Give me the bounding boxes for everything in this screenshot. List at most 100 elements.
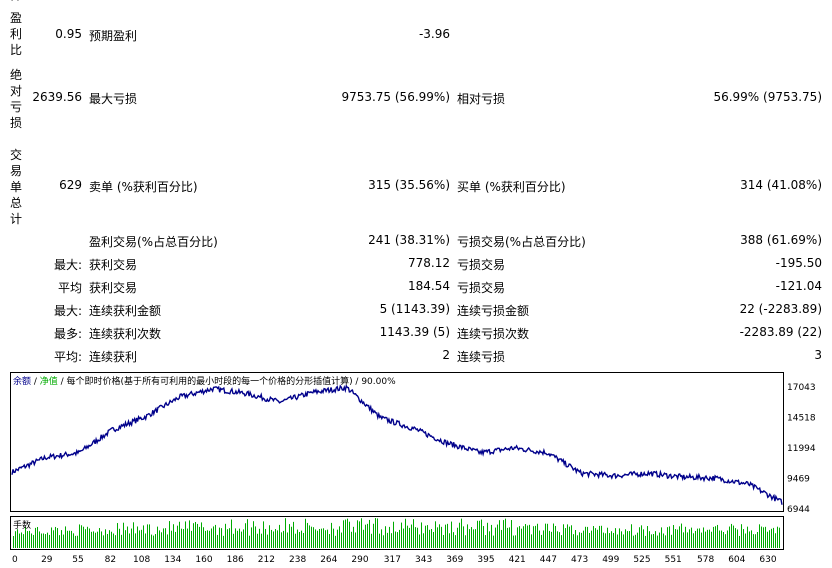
average-profit-trade-label: 获利交易 [89,281,138,295]
volume-bar [67,530,68,548]
volume-bar [615,528,616,548]
volume-bar [173,524,174,548]
volume-bar [361,518,362,548]
volume-bar [617,534,618,548]
maximum-prefix: 最大: [53,304,82,318]
volume-bar [623,534,624,548]
volume-bar [687,532,688,548]
volume-bar [533,526,534,548]
volume-bar [167,534,168,548]
volume-bar [289,524,290,548]
volume-bar [17,529,18,548]
volume-bar [761,526,762,548]
volume-bar [153,535,154,548]
volume-bar [553,523,554,548]
volume-bar [631,524,632,548]
volume-bar [159,530,160,548]
volume-bar [139,530,140,548]
volume-bar [223,535,224,548]
volume-bar [451,521,452,548]
volume-bar [773,527,774,548]
volume-bar [655,531,656,548]
volume-bar [461,518,462,548]
volume-bar [333,528,334,548]
volume-bar [363,529,364,548]
volume-bar [749,531,750,548]
x-tick-label: 0 [12,555,18,565]
volume-bar [215,524,216,548]
volume-bar [465,535,466,548]
x-tick-label: 369 [446,555,463,565]
volume-bar [377,518,378,548]
largest-profit-trade-label: 获利交易 [89,258,138,272]
volume-bar [421,522,422,548]
volume-bar [527,525,528,548]
volume-bar [295,533,296,548]
volume-bar [443,534,444,548]
average-consecutive-wins-value: 2 [442,348,450,362]
volume-bar [115,535,116,548]
volume-bar [197,523,198,548]
volume-bar [663,533,664,548]
volume-bar [575,530,576,548]
volume-bar [409,527,410,548]
volume-bar [199,526,200,548]
profit-factor-value: 0.95 [55,27,82,41]
volume-bar [171,530,172,548]
volume-bar [249,535,250,548]
volume-bar [667,527,668,548]
average-consecutive-wins-label: 连续获利 [89,350,138,364]
max-consecutive-losses-label: 连续亏损金额 [457,304,530,318]
volume-bar [325,530,326,548]
volume-bar [347,518,348,548]
volume-bar [579,532,580,548]
volume-bar [277,530,278,548]
volume-bar [109,530,110,548]
volume-bar [577,535,578,548]
volume-bar [317,530,318,548]
balance-chart: 余额 / 净值 / 每个即时价格(基于所有可利用的最小时段的每一个价格的分形插值… [10,372,784,512]
volume-bar [735,528,736,548]
volume-bar [245,523,246,548]
volume-bar [155,534,156,548]
max-consecutive-wins-value: 5 (1143.39) [379,302,450,316]
volume-bar [725,534,726,548]
volume-bar [613,532,614,548]
volume-bar [535,525,536,548]
volume-bar [19,533,20,548]
volume-bar [477,520,478,548]
volume-bar [281,532,282,548]
max-consecutive-losses-value: 22 (-2283.89) [739,302,822,316]
volume-bar [597,529,598,548]
volume-bar [297,529,298,548]
volume-bar [673,525,674,548]
volume-bar [107,533,108,548]
y-tick-label: 9469 [787,474,810,484]
volume-bar [509,527,510,548]
volume-bar [559,532,560,548]
volume-bar [303,532,304,548]
group-label-total-trades: 交 易 单 总 计 [10,148,23,226]
volume-bar [45,534,46,548]
volume-bar [563,524,564,548]
short-positions-label: 卖单 (%获利百分比) [89,180,198,194]
volume-bar [265,528,266,548]
long-positions-label: 买单 (%获利百分比) [457,180,566,194]
volume-bar [459,522,460,548]
volume-bar [117,523,118,548]
volume-bar [105,529,106,548]
x-tick-label: 499 [602,555,619,565]
volume-bar [129,533,130,548]
volume-bar [719,530,720,548]
largest-loss-trade-label: 亏损交易 [457,258,506,272]
volume-bar [521,528,522,548]
volume-bar [39,531,40,548]
volume-bar [203,527,204,548]
volume-bar [131,528,132,548]
volume-bar [121,534,122,548]
volume-bar [541,534,542,548]
volume-bar [23,534,24,548]
max-consecutive-wins-label: 连续获利金额 [89,304,162,318]
volume-bar [183,529,184,548]
volume-bar [97,531,98,548]
